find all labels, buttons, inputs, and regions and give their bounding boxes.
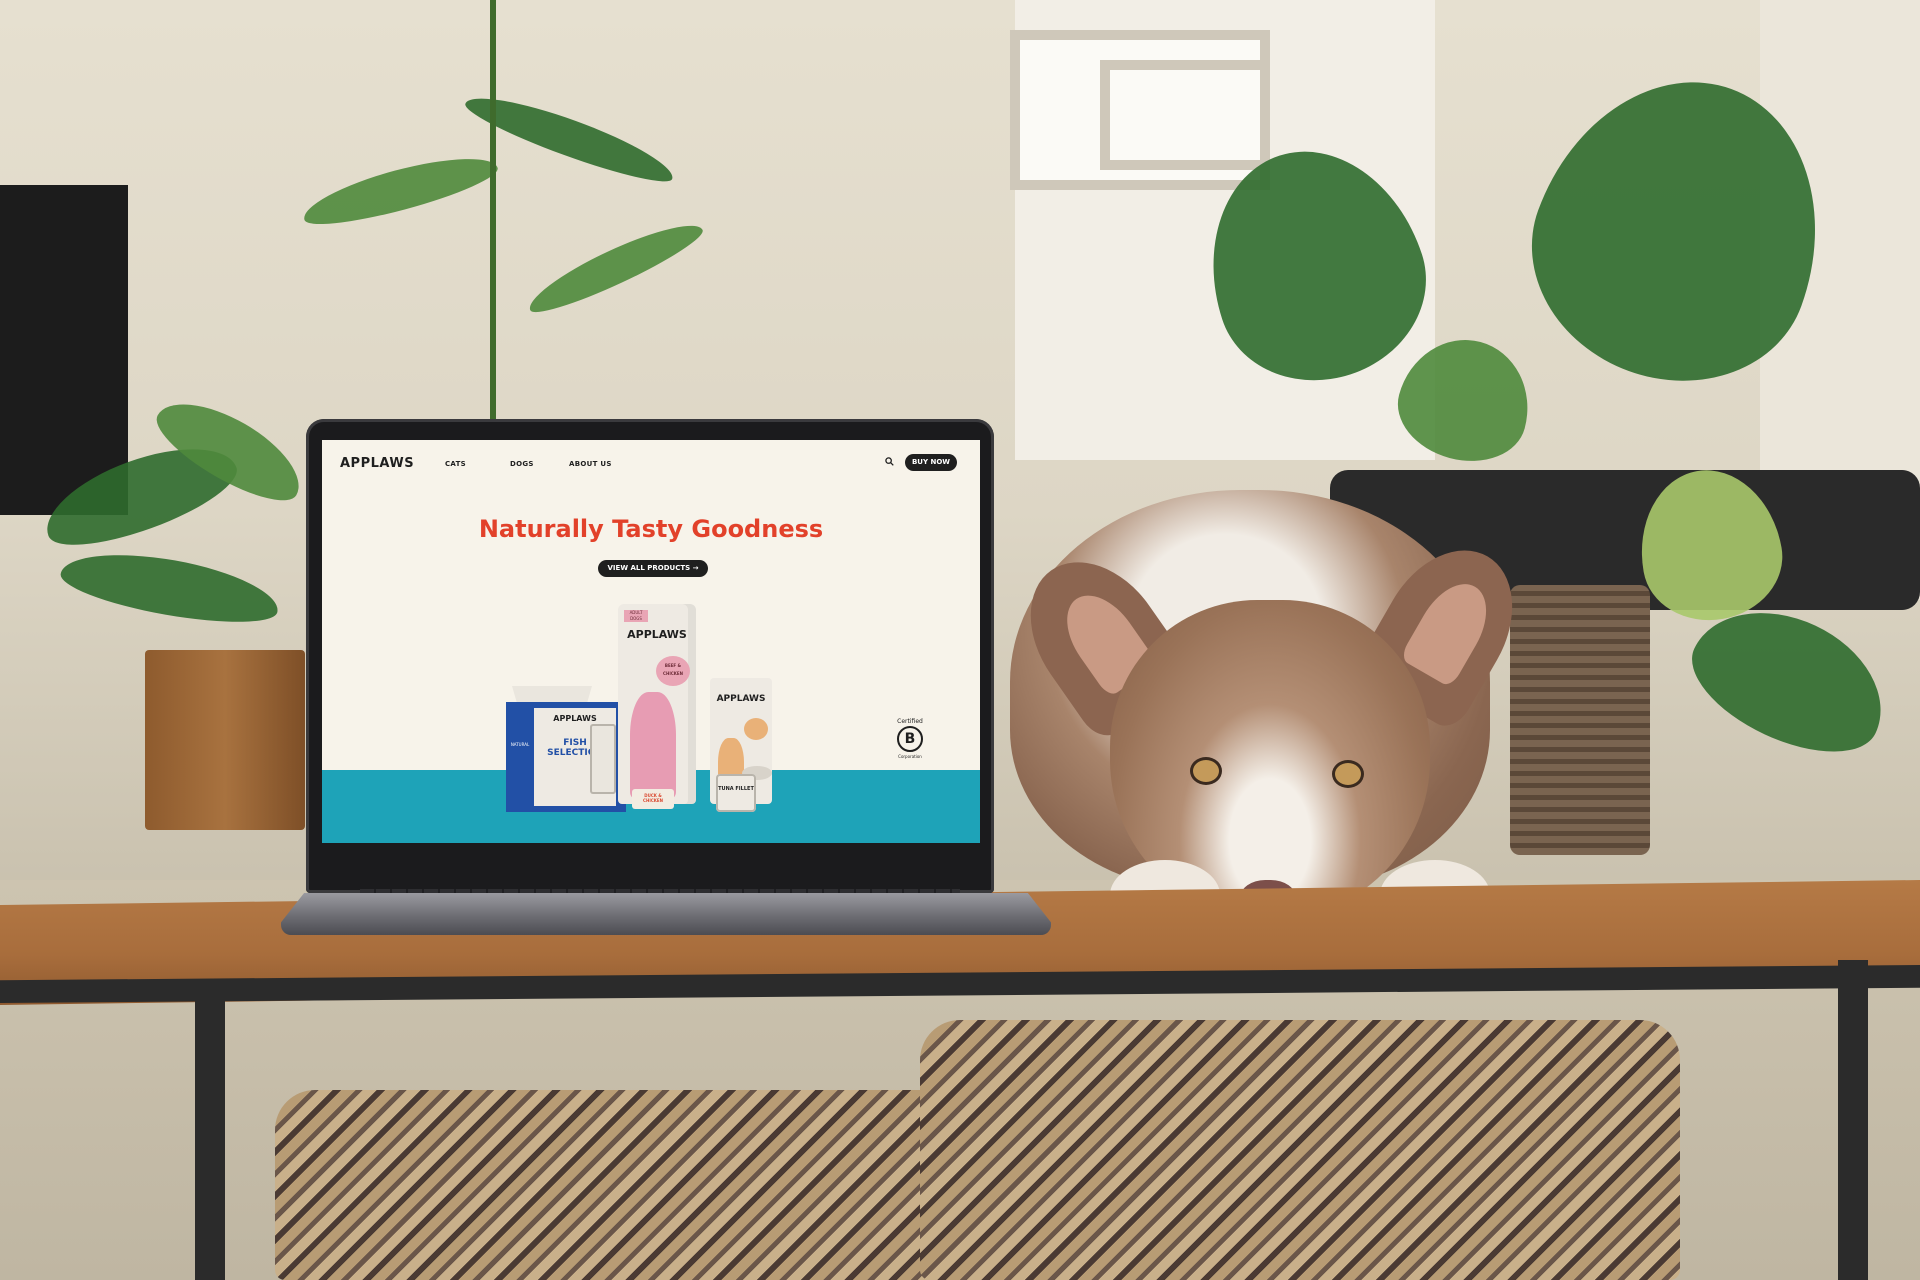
buy-now-button[interactable]: BUY NOW: [905, 454, 957, 471]
plant-leaf: [56, 541, 284, 634]
view-all-products-button[interactable]: VIEW ALL PRODUCTS →: [598, 560, 708, 577]
dog-eye: [1332, 760, 1364, 788]
bag-flavor-badge: [744, 718, 768, 740]
product-bag-beef-chicken: ADULT DOGS APPLAWS BEEF & CHICKEN: [618, 604, 696, 804]
window: [1100, 60, 1270, 170]
bag-dog-illustration: [630, 692, 676, 800]
nav-link-about[interactable]: ABOUT US: [569, 460, 612, 468]
bcorp-certified: Certified: [897, 718, 923, 725]
table-leg: [195, 995, 225, 1280]
bcorp-corporation: Corporation: [898, 754, 922, 759]
bag-brand: APPLAWS: [627, 628, 687, 641]
hero-headline: Naturally Tasty Goodness: [478, 515, 824, 543]
bcorp-logo: Certified B Corporation: [890, 718, 930, 766]
treat-label: DUCK & CHICKEN: [643, 793, 663, 803]
tuna-label: TUNA FILLET: [718, 786, 754, 792]
nav-link-cats[interactable]: CATS: [445, 460, 466, 468]
product-can: [590, 724, 616, 794]
product-treat: DUCK & CHICKEN: [632, 789, 674, 809]
bcorp-letter: B: [897, 726, 923, 752]
bag-tag: ADULT DOGS: [624, 610, 648, 622]
television: [0, 185, 128, 515]
plant-leaf: [521, 211, 709, 323]
site-logo[interactable]: APPLAWS: [340, 456, 414, 471]
box-side-label: NATURAL: [510, 742, 530, 747]
product-tuna-can: TUNA FILLET: [716, 774, 756, 812]
basket: [920, 1020, 1680, 1280]
bag-flavor-badge: BEEF & CHICKEN: [656, 656, 690, 686]
search-icon[interactable]: [885, 457, 894, 466]
laptop-base: [281, 893, 1051, 935]
photo-scene: APPLAWS CATS DOGS ABOUT US BUY NOW Natur…: [0, 0, 1920, 1280]
table-leg: [1838, 960, 1868, 1280]
dog-eye: [1190, 757, 1222, 785]
box-brand: APPLAWS: [553, 714, 597, 723]
wicker-pot: [1510, 585, 1650, 855]
site-nav: APPLAWS CATS DOGS ABOUT US BUY NOW: [322, 440, 980, 486]
plant-stem: [490, 0, 496, 420]
bag-brand: APPLAWS: [716, 694, 766, 704]
laptop-screen: APPLAWS CATS DOGS ABOUT US BUY NOW Natur…: [322, 440, 980, 843]
plant-leaf: [298, 144, 502, 236]
nav-link-dogs[interactable]: DOGS: [510, 460, 534, 468]
planter-left: [145, 650, 305, 830]
